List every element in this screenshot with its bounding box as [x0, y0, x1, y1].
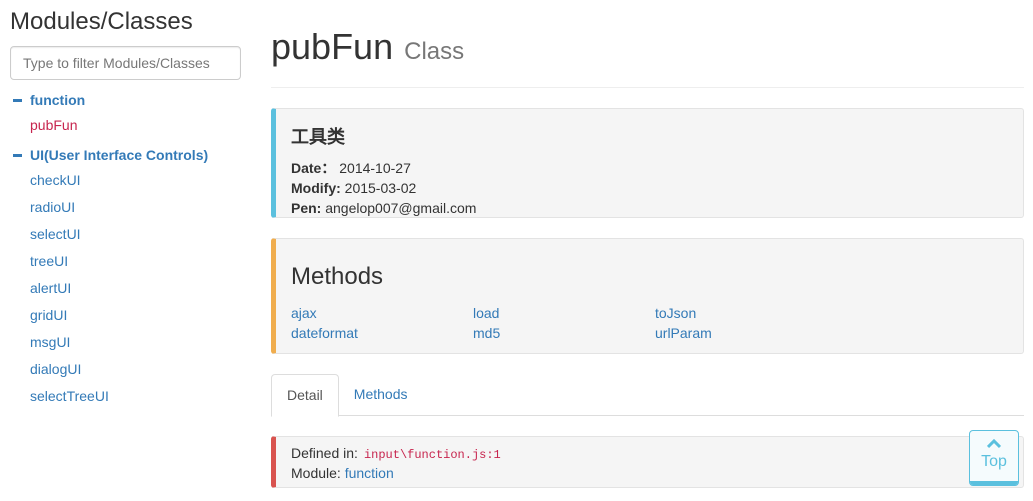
tree-item-treeui[interactable]: treeUI	[30, 253, 68, 269]
defined-in-value: input\function.js:1	[363, 448, 501, 462]
method-link-urlparam[interactable]: urlParam	[655, 323, 837, 343]
method-link-dateformat[interactable]: dateformat	[291, 323, 473, 343]
pen-label: Pen:	[291, 200, 322, 216]
tree-item-pubfun[interactable]: pubFun	[30, 117, 77, 133]
method-link-load[interactable]: load	[473, 303, 655, 323]
defined-in-label: Defined in:	[291, 445, 358, 461]
list-item: treeUI	[10, 250, 241, 277]
pen-row: Pen: angelop007@gmail.com	[291, 198, 1007, 218]
tab-detail[interactable]: Detail	[271, 374, 339, 417]
tree-item-checkui[interactable]: checkUI	[30, 172, 81, 188]
list-item: pubFun	[10, 114, 241, 141]
sidebar-title: Modules/Classes	[10, 8, 193, 35]
collapse-icon[interactable]	[13, 98, 22, 102]
top-button-bar	[970, 481, 1018, 485]
back-to-top-button[interactable]: Top	[969, 430, 1019, 486]
method-link-ajax[interactable]: ajax	[291, 303, 473, 323]
class-info-box: 工具类 Date： 2014-10-27 Modify: 2015-03-02 …	[271, 108, 1024, 218]
tree-item-radioui[interactable]: radioUI	[30, 199, 75, 215]
page-header: pubFun Class	[271, 0, 1024, 88]
tree-item-gridui[interactable]: gridUI	[30, 307, 67, 323]
filter-input[interactable]	[10, 46, 241, 80]
list-item: alertUI	[10, 277, 241, 304]
module-link[interactable]: function	[345, 465, 394, 481]
defined-in-box: Defined in: input\function.js:1 Module: f…	[271, 436, 1024, 488]
modify-row: Modify: 2015-03-02	[291, 178, 1007, 198]
method-link-md5[interactable]: md5	[473, 323, 655, 343]
module-tree: function pubFun UI(User Interface Contro…	[10, 90, 241, 412]
list-item: dialogUI	[10, 358, 241, 385]
group-label[interactable]: function	[30, 92, 85, 108]
group-label[interactable]: UI(User Interface Controls)	[30, 147, 208, 163]
tree-items-function: pubFun	[10, 114, 241, 141]
date-row: Date： 2014-10-27	[291, 158, 1007, 178]
list-item: msgUI	[10, 331, 241, 358]
list-item: gridUI	[10, 304, 241, 331]
page-subtitle: Class	[404, 38, 465, 65]
methods-index: ajax load toJson dateformat md5 urlParam	[291, 303, 1007, 343]
modify-label: Modify:	[291, 180, 341, 196]
page-title: pubFun	[271, 26, 394, 67]
defined-in-row: Defined in: input\function.js:1	[291, 443, 1008, 463]
methods-box: Methods ajax load toJson dateformat md5 …	[271, 238, 1024, 354]
list-item: selectUI	[10, 223, 241, 250]
top-label: Top	[981, 453, 1007, 470]
method-link-tojson[interactable]: toJson	[655, 303, 837, 323]
tree-item-dialogui[interactable]: dialogUI	[30, 361, 81, 377]
main-content: pubFun Class 工具类 Date： 2014-10-27 Modify…	[271, 0, 1024, 488]
tab-bar: Detail Methods	[271, 374, 1024, 417]
date-label: Date：	[291, 160, 336, 176]
tree-group-ui[interactable]: UI(User Interface Controls)	[10, 145, 241, 165]
tree-group-function[interactable]: function	[10, 90, 241, 110]
tree-item-msgui[interactable]: msgUI	[30, 334, 70, 350]
modify-value: 2015-03-02	[344, 180, 417, 196]
tree-item-alertui[interactable]: alertUI	[30, 280, 71, 296]
tree-items-ui: checkUI radioUI selectUI treeUI alertUI …	[10, 169, 241, 412]
list-item: radioUI	[10, 196, 241, 223]
list-item: selectTreeUI	[10, 385, 241, 412]
module-label: Module:	[291, 465, 341, 481]
class-description: 工具类	[291, 127, 345, 147]
sidebar: Modules/Classes function pubFun UI(User …	[10, 0, 241, 414]
pen-value: angelop007@gmail.com	[325, 200, 477, 216]
module-row: Module: function	[291, 463, 1008, 483]
list-item: checkUI	[10, 169, 241, 196]
chevron-up-icon	[970, 435, 1018, 453]
collapse-icon[interactable]	[13, 153, 22, 157]
methods-heading: Methods	[291, 263, 384, 290]
tree-item-selecttreeui[interactable]: selectTreeUI	[30, 388, 109, 404]
tab-methods[interactable]: Methods	[339, 374, 423, 416]
tree-item-selectui[interactable]: selectUI	[30, 226, 81, 242]
date-value: 2014-10-27	[339, 160, 411, 176]
